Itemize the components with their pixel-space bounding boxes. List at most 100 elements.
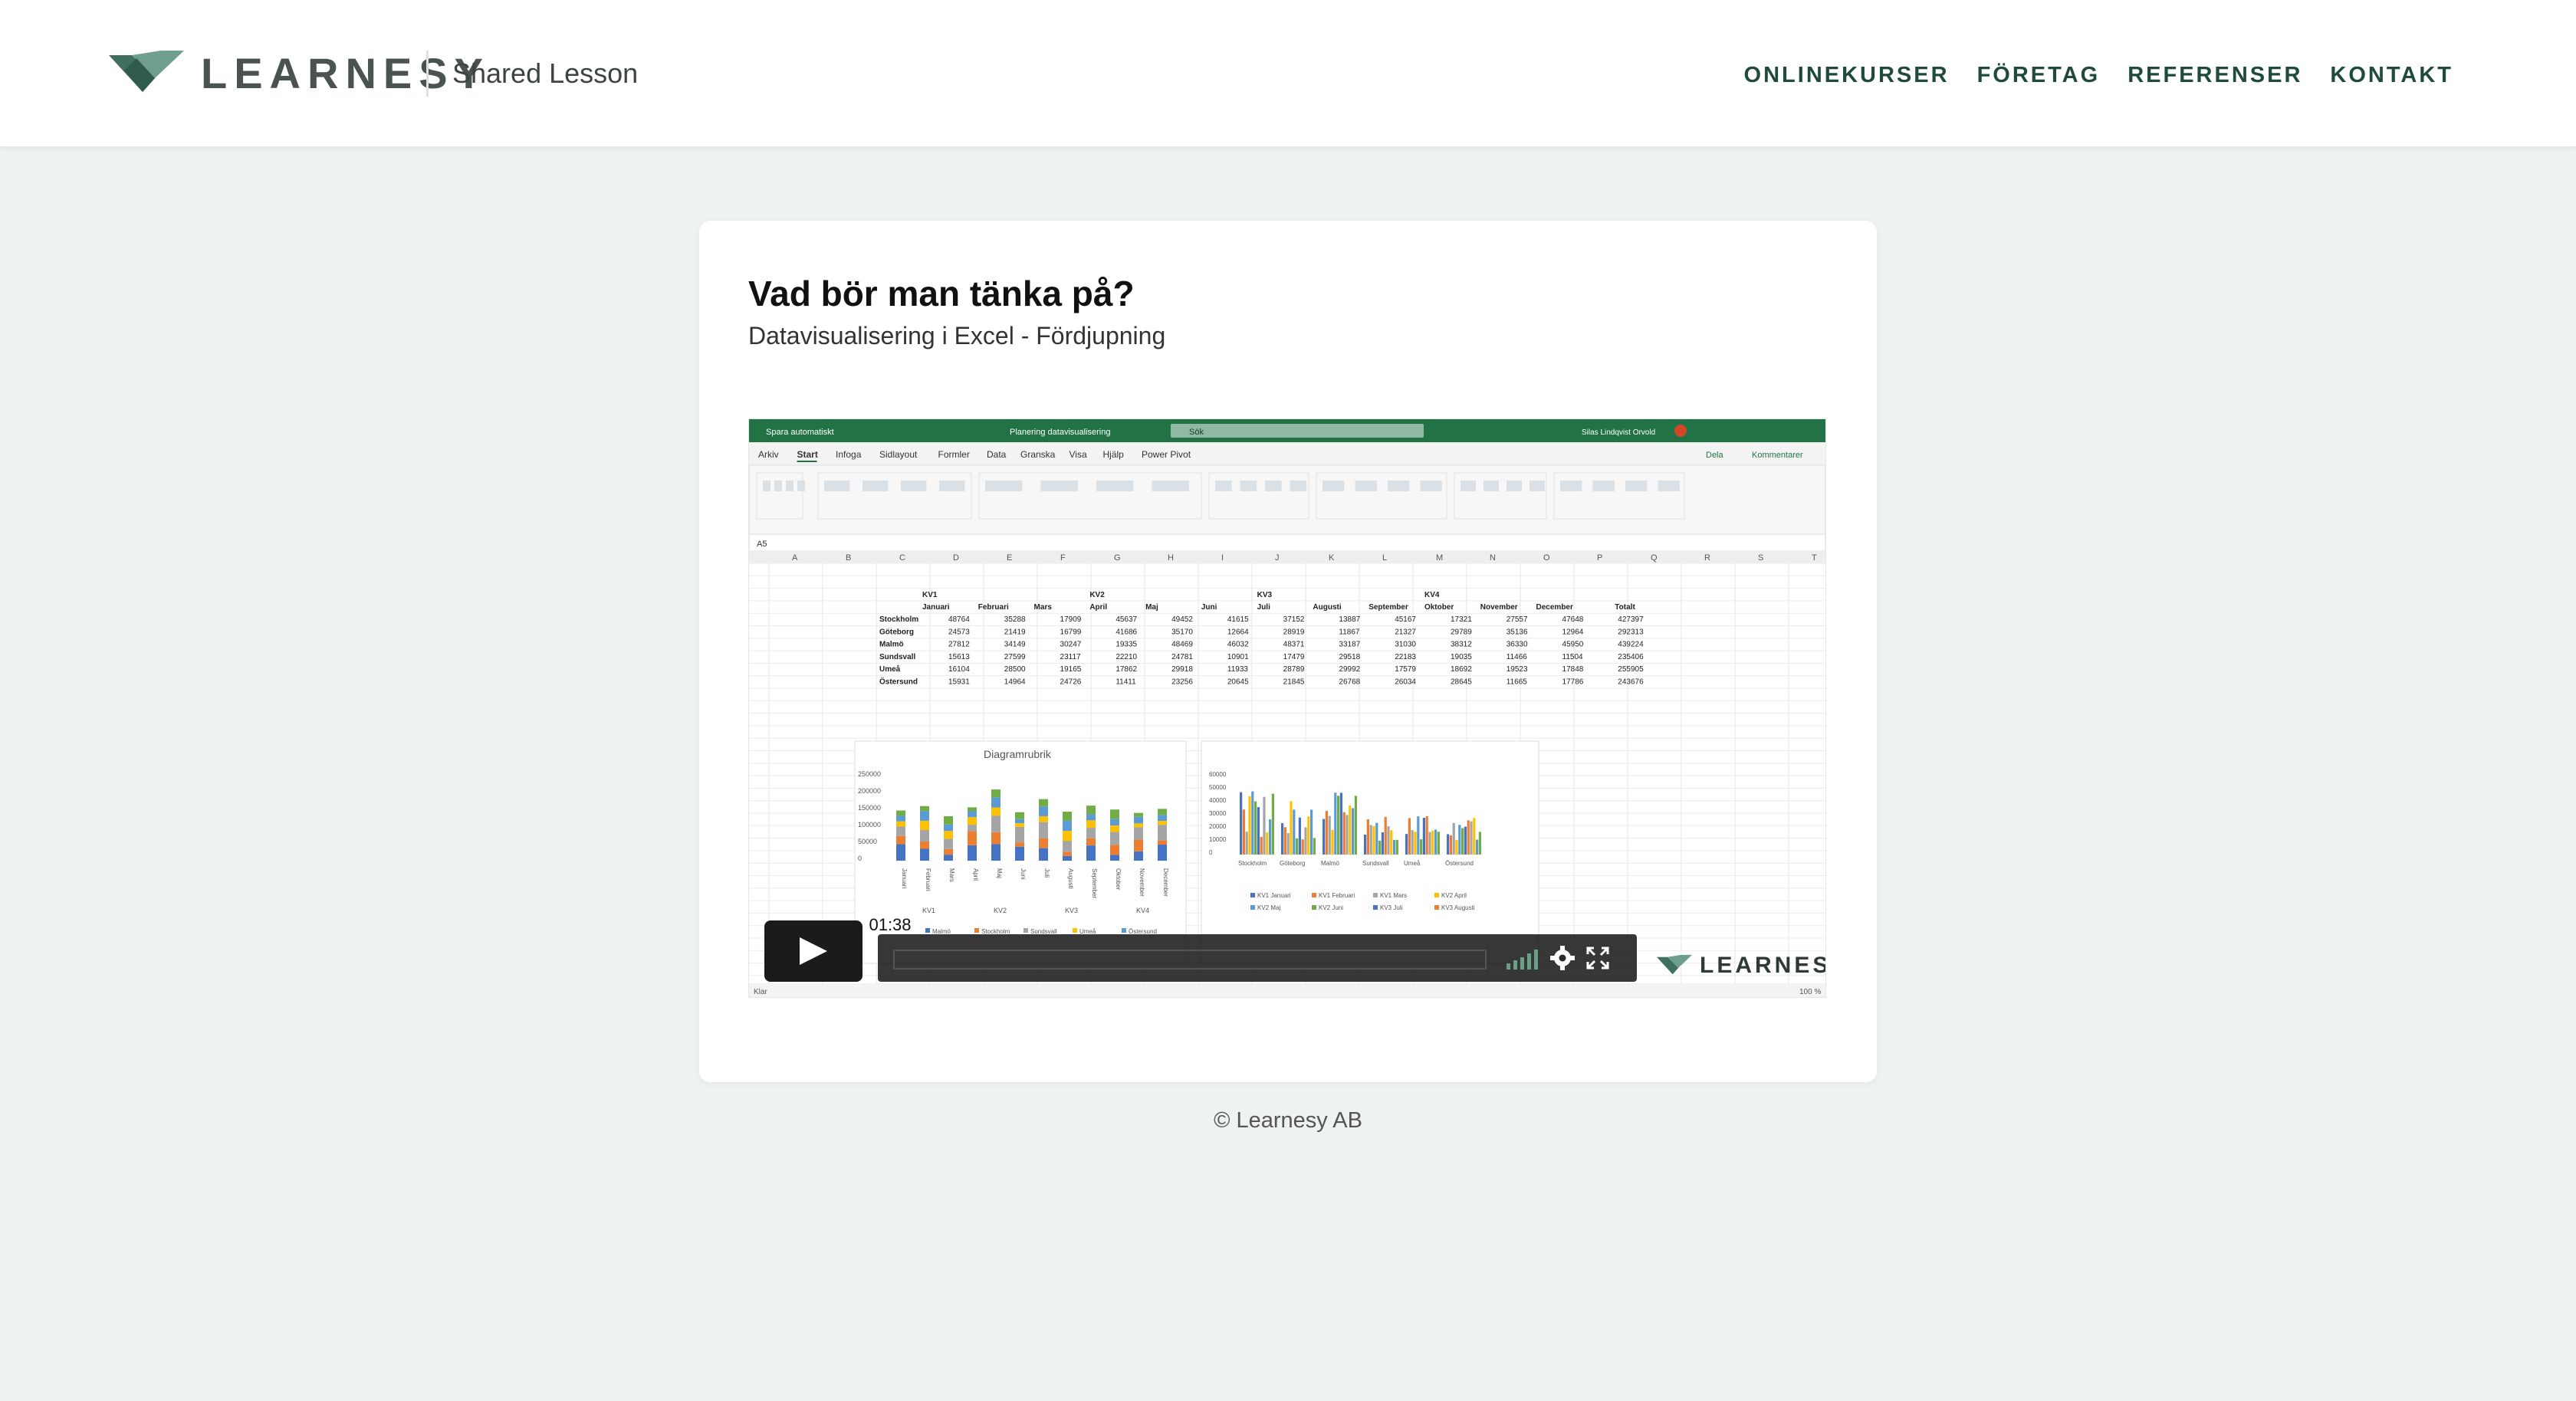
svg-text:26034: 26034: [1395, 678, 1416, 687]
video-player[interactable]: Spara automatiskt Planering datavisualis…: [748, 418, 1826, 998]
chart-bar: [1281, 823, 1284, 855]
chart-bar: [1240, 792, 1243, 855]
chart-bar: [1372, 825, 1375, 855]
svg-text:17786: 17786: [1562, 678, 1584, 687]
chart-bar: [1325, 811, 1328, 855]
svg-text:KV3: KV3: [1065, 907, 1078, 914]
chart-bar: [1420, 839, 1423, 855]
learnesy-logo-icon[interactable]: [109, 48, 184, 100]
nav-kontakt[interactable]: KONTAKT: [2330, 60, 2453, 90]
chart-bar: [1263, 796, 1266, 855]
svg-text:40000: 40000: [1209, 797, 1227, 804]
chart-bar: [1269, 819, 1272, 855]
svg-text:KV2: KV2: [1089, 591, 1105, 599]
chart-bar: [1242, 809, 1245, 855]
chart-bar: [920, 842, 929, 849]
chart-bar: [1478, 832, 1481, 855]
svg-text:49452: 49452: [1171, 615, 1193, 624]
excel-column-header: C: [899, 553, 905, 563]
logo-divider: [426, 51, 429, 97]
svg-text:December: December: [1536, 603, 1573, 612]
chart-bar: [1378, 840, 1382, 855]
chart-bar: [1158, 809, 1167, 815]
svg-text:29918: 29918: [1171, 665, 1193, 674]
excel-column-header: N: [1490, 553, 1496, 563]
svg-text:November: November: [1480, 603, 1518, 612]
svg-text:Dela: Dela: [1706, 451, 1724, 460]
chart-bar: [1039, 848, 1048, 861]
settings-icon[interactable]: [1549, 945, 1576, 971]
excel-column-header: F: [1060, 553, 1066, 563]
chart-bar: [944, 855, 953, 861]
play-button[interactable]: [764, 920, 863, 982]
excel-menu-item: Visa: [1070, 449, 1087, 460]
svg-text:28645: 28645: [1451, 678, 1472, 687]
chart-bar: [896, 844, 905, 861]
chart-bar: [944, 824, 953, 832]
chart-bar: [1248, 796, 1251, 855]
svg-text:Maj: Maj: [1145, 603, 1158, 612]
chart-bar: [1449, 835, 1452, 855]
svg-text:17579: 17579: [1395, 665, 1416, 674]
svg-text:27812: 27812: [948, 641, 970, 649]
svg-text:Silas Lindqvist Orvold: Silas Lindqvist Orvold: [1582, 428, 1655, 437]
nav-onlinekurser[interactable]: ONLINEKURSER: [1744, 60, 1950, 90]
svg-text:Mars: Mars: [1034, 603, 1053, 612]
chart-bar: [1349, 805, 1352, 855]
brand-wordmark[interactable]: LEARNESY: [201, 48, 490, 100]
svg-text:April: April: [1089, 603, 1107, 612]
chart-bar: [1015, 819, 1024, 824]
svg-text:21327: 21327: [1395, 628, 1416, 636]
chart-bar: [1158, 825, 1167, 841]
chart-bar: [1110, 825, 1119, 832]
chart-bar: [1375, 822, 1378, 855]
fullscreen-icon[interactable]: [1586, 947, 1609, 970]
svg-text:KV2: KV2: [994, 907, 1007, 914]
video-progress-bar[interactable]: [893, 950, 1487, 970]
chart-bar: [1384, 816, 1387, 855]
chart-bar: [920, 830, 929, 842]
nav-foretag[interactable]: FÖRETAG: [1977, 60, 2101, 90]
svg-text:10000: 10000: [1209, 836, 1227, 843]
chart-bar: [1039, 838, 1048, 848]
chart-bar: [1298, 817, 1301, 855]
volume-icon[interactable]: [1506, 948, 1542, 970]
chart-bar: [1063, 855, 1072, 861]
chart-bar: [968, 831, 977, 845]
svg-text:15931: 15931: [948, 678, 970, 687]
main-nav: ONLINEKURSER FÖRETAG REFERENSER KONTAKT: [1744, 60, 2453, 90]
svg-text:Stockholm: Stockholm: [1238, 860, 1267, 867]
svg-text:Mars: Mars: [948, 868, 955, 882]
svg-text:24781: 24781: [1171, 653, 1193, 661]
svg-text:48764: 48764: [948, 615, 970, 624]
svg-text:29518: 29518: [1339, 653, 1360, 661]
chart-bar: [1346, 815, 1349, 855]
chart-bar: [1328, 815, 1331, 855]
chart-bar: [1134, 812, 1143, 817]
svg-text:Juli: Juli: [1043, 868, 1050, 878]
nav-referenser[interactable]: REFERENSER: [2128, 60, 2302, 90]
chart-bar: [1369, 825, 1372, 855]
svg-text:Januari: Januari: [922, 603, 950, 612]
chart-bar: [1251, 791, 1254, 855]
svg-text:45950: 45950: [1562, 641, 1584, 649]
chart-bar: [1354, 796, 1357, 855]
svg-text:21845: 21845: [1283, 678, 1305, 687]
chart-bar: [1158, 845, 1167, 861]
svg-text:Kommentarer: Kommentarer: [1752, 451, 1803, 460]
svg-text:KV4: KV4: [1136, 907, 1149, 914]
svg-text:KV2 Juni: KV2 Juni: [1319, 904, 1343, 911]
table-row: Östersund: [879, 677, 918, 687]
svg-text:48469: 48469: [1171, 641, 1193, 649]
svg-text:KV1: KV1: [922, 591, 938, 599]
chart-bar: [1134, 816, 1143, 824]
chart-bar: [1086, 805, 1096, 815]
chart-bar: [1086, 845, 1096, 861]
chart-bar: [1063, 841, 1072, 852]
chart-bar: [1134, 823, 1143, 828]
excel-column-header: D: [953, 553, 959, 563]
chart-bar: [896, 821, 905, 827]
svg-text:19035: 19035: [1451, 653, 1472, 661]
excel-menu-item: Infoga: [836, 449, 862, 460]
svg-text:150000: 150000: [858, 804, 881, 812]
